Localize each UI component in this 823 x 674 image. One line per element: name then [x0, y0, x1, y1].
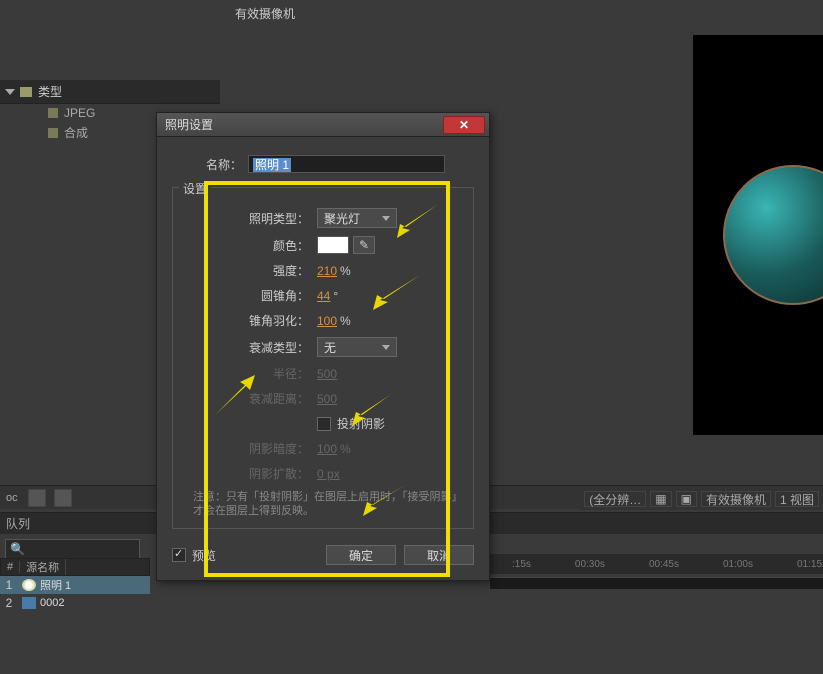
preview-checkbox[interactable] — [172, 548, 186, 562]
jpeg-label: JPEG — [64, 106, 95, 120]
shadow-dark-label: 阴影暗度： — [181, 440, 309, 457]
preview-content — [723, 165, 823, 305]
type-label: 类型 — [38, 83, 62, 100]
light-type-value: 聚光灯 — [324, 210, 360, 227]
intensity-unit: % — [340, 264, 351, 278]
cast-shadow-checkbox[interactable] — [317, 417, 331, 431]
trash-icon[interactable] — [28, 489, 46, 507]
timeline-mark: 00:30s — [575, 559, 605, 570]
settings-legend: 设置 — [179, 180, 211, 197]
toolbar-icon[interactable]: ▣ — [676, 491, 697, 507]
project-type-header[interactable]: 类型 — [0, 80, 220, 104]
falloff-type-label: 衰减类型： — [181, 339, 309, 356]
timeline-mark: 01:15s — [797, 559, 823, 570]
eyedropper-button[interactable]: ✎ — [353, 236, 375, 254]
composition-icon — [22, 597, 36, 609]
timeline-ruler[interactable]: :15s 00:30s 00:45s 01:00s 01:15s — [490, 554, 823, 574]
light-type-label: 照明类型： — [181, 210, 309, 227]
dialog-title: 照明设置 — [161, 116, 213, 133]
preview-label: 预览 — [192, 547, 216, 564]
chevron-down-icon — [5, 89, 15, 95]
comp-label: 合成 — [64, 124, 88, 141]
cone-angle-unit: ° — [333, 289, 338, 303]
queue-label: 队列 — [6, 515, 30, 532]
note-text: 注意：只有「投射阴影」在图层上启用时，「接受阴影」才会在图层上得到反映。 — [181, 490, 465, 518]
close-icon: ✕ — [459, 118, 469, 132]
search-input[interactable]: 🔍 — [5, 539, 140, 559]
falloff-dist-label: 衰减距离： — [181, 390, 309, 407]
preview-toolbar: (全分辨… ▦ ▣ 有效摄像机 1 视图 — [580, 488, 823, 510]
shadow-dark-unit: % — [340, 442, 351, 456]
shadow-dark-value: 100 — [317, 442, 337, 456]
effective-camera-label: 有效摄像机 — [235, 5, 295, 22]
resolution-dropdown[interactable]: (全分辨… — [584, 491, 646, 507]
shadow-diff-label: 阴影扩散： — [181, 465, 309, 482]
cone-feather-unit: % — [340, 314, 351, 328]
settings-group: 设置 照明类型： 聚光灯 颜色： ✎ 强度： 210 % 圆锥角： — [172, 187, 474, 529]
layer-name: 照明 1 — [40, 577, 71, 593]
light-icon — [22, 579, 36, 591]
name-value: 照明 1 — [253, 158, 291, 172]
cast-shadow-label: 投射阴影 — [337, 415, 385, 432]
toolbar-icon[interactable] — [54, 489, 72, 507]
toolbar-icon[interactable]: ▦ — [650, 491, 671, 507]
file-icon — [48, 108, 58, 118]
color-label: 颜色： — [181, 237, 309, 254]
color-swatch[interactable] — [317, 236, 349, 254]
layer-index: 1 — [0, 578, 18, 592]
file-icon — [48, 128, 58, 138]
timeline-mark: 00:45s — [649, 559, 679, 570]
views-dropdown[interactable]: 1 视图 — [775, 491, 819, 507]
eyedropper-icon: ✎ — [359, 238, 369, 252]
shadow-diff-value: 0 px — [317, 467, 340, 481]
layer-row[interactable]: 1 照明 1 — [0, 576, 150, 594]
radius-value: 500 — [317, 367, 337, 381]
folder-icon — [20, 87, 32, 97]
layer-header: # 源名称 — [0, 558, 150, 576]
col-name: 源名称 — [20, 559, 66, 575]
name-input[interactable]: 照明 1 — [248, 155, 445, 173]
camera-dropdown[interactable]: 有效摄像机 — [701, 491, 771, 507]
timeline-mark: :15s — [512, 559, 531, 570]
dialog-titlebar[interactable]: 照明设置 ✕ — [157, 113, 489, 137]
ok-button[interactable]: 确定 — [326, 545, 396, 565]
cone-feather-value[interactable]: 100 — [317, 314, 337, 328]
layer-name: 0002 — [40, 597, 64, 609]
cone-angle-value[interactable]: 44 — [317, 289, 330, 303]
intensity-label: 强度： — [181, 262, 309, 279]
cone-feather-label: 锥角羽化： — [181, 312, 309, 329]
falloff-type-value: 无 — [324, 339, 336, 356]
cancel-button[interactable]: 取消 — [404, 545, 474, 565]
intensity-value[interactable]: 210 — [317, 264, 337, 278]
col-num: # — [1, 561, 20, 573]
cone-angle-label: 圆锥角： — [181, 287, 309, 304]
close-button[interactable]: ✕ — [443, 116, 485, 134]
light-settings-dialog: 照明设置 ✕ 名称： 照明 1 设置 照明类型： 聚光灯 颜色： — [156, 112, 490, 581]
timeline-mark: 01:00s — [723, 559, 753, 570]
name-label: 名称： — [172, 156, 242, 173]
radius-label: 半径： — [181, 365, 309, 382]
layer-panel: # 源名称 1 照明 1 2 0002 — [0, 558, 150, 612]
falloff-dist-value: 500 — [317, 392, 337, 406]
layer-row[interactable]: 2 0002 — [0, 594, 150, 612]
timeline-track[interactable] — [490, 577, 823, 589]
search-icon: 🔍 — [10, 542, 25, 556]
layer-index: 2 — [0, 596, 18, 610]
light-type-dropdown[interactable]: 聚光灯 — [317, 208, 397, 228]
composition-preview[interactable] — [693, 35, 823, 435]
oc-label: oc — [6, 492, 18, 504]
falloff-type-dropdown[interactable]: 无 — [317, 337, 397, 357]
